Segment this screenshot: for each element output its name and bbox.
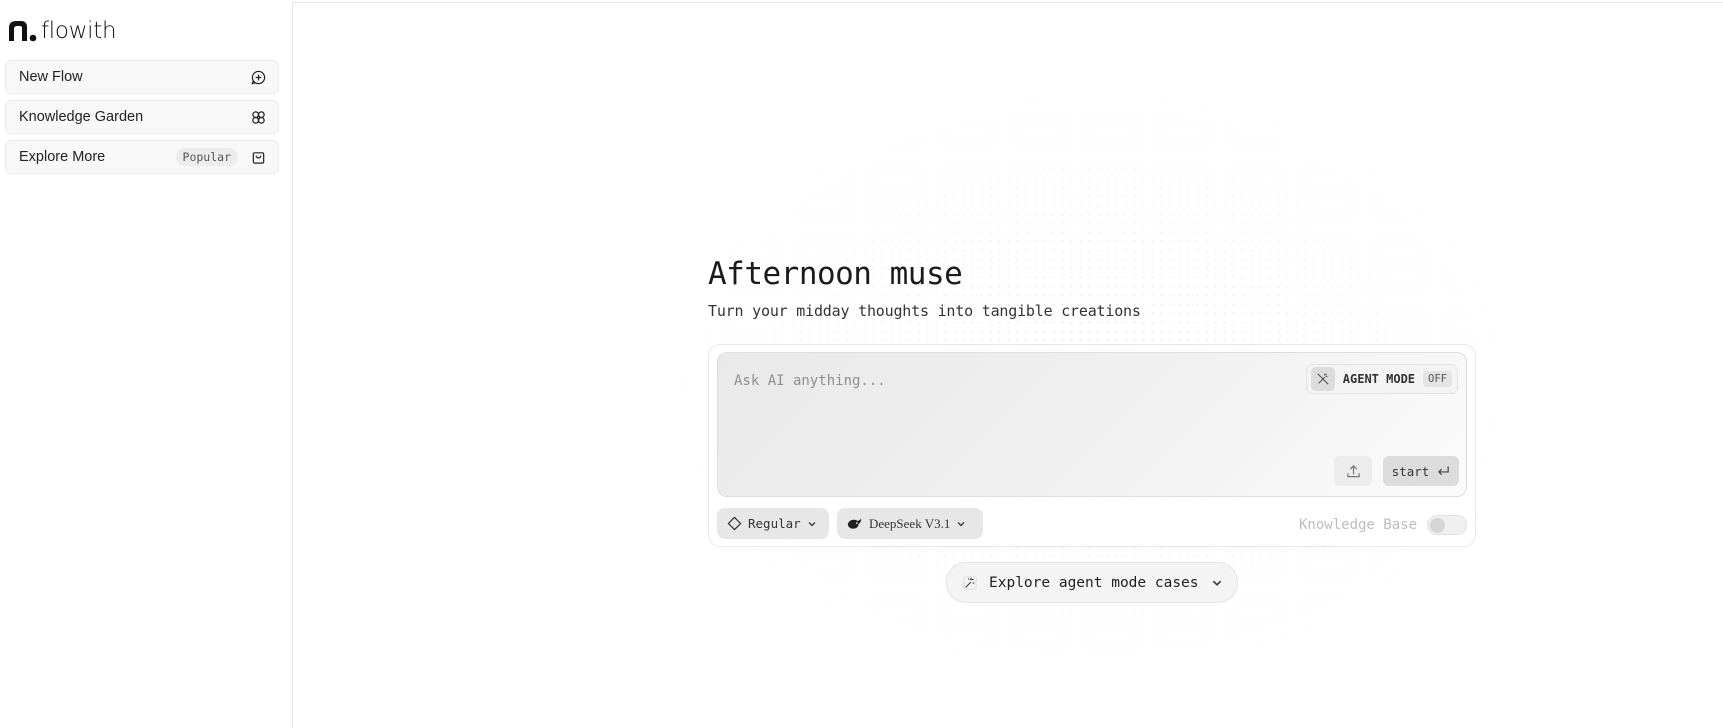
enter-key-icon: [1438, 466, 1450, 476]
agent-mode-toggle[interactable]: AGENT MODE OFF: [1305, 364, 1458, 394]
start-label: start: [1391, 463, 1430, 479]
sidebar-item-label: Explore More: [19, 149, 106, 165]
composer-container: AGENT MODE OFF start Regular: [708, 344, 1476, 547]
chevron-down-icon: [957, 521, 965, 526]
sidebar-item-label: Knowledge Garden: [19, 109, 144, 125]
diamond-icon: [727, 516, 742, 531]
agent-mode-state: OFF: [1423, 371, 1452, 387]
knowledge-base-label: Knowledge Base: [1299, 517, 1418, 533]
magic-wand-off-icon: [1310, 367, 1335, 391]
composer-box[interactable]: AGENT MODE OFF start: [717, 352, 1467, 497]
model-label: DeepSeek V3.1: [869, 515, 951, 531]
sidebar-item-knowledge-garden[interactable]: Knowledge Garden: [5, 100, 279, 134]
shopping-bag-icon: [250, 149, 266, 165]
deepseek-whale-icon: [847, 518, 862, 529]
sidebar-item-label: New Flow: [19, 69, 83, 85]
model-selector[interactable]: DeepSeek V3.1: [837, 508, 983, 539]
knowledge-base-control: Knowledge Base: [1299, 515, 1468, 535]
chat-plus-icon: [250, 69, 266, 85]
logo[interactable]: flowith: [7, 18, 117, 44]
upload-button[interactable]: [1334, 456, 1372, 486]
flowith-logo-icon: [9, 21, 37, 42]
upload-icon: [1346, 464, 1360, 477]
knowledge-base-toggle[interactable]: [1427, 515, 1468, 535]
toggle-knob: [1430, 518, 1446, 533]
mode-selector[interactable]: Regular: [717, 508, 829, 539]
sidebar: flowith New Flow Knowledge Garden Explor…: [0, 0, 292, 728]
popular-badge: Popular: [175, 148, 238, 166]
sidebar-item-explore-more[interactable]: Explore More Popular: [5, 140, 279, 174]
agent-mode-label: AGENT MODE: [1342, 372, 1416, 386]
main-panel: Afternoon muse Turn your midday thoughts…: [293, 3, 1723, 728]
explore-label: Explore agent mode cases: [989, 574, 1199, 591]
page-subtitle: Turn your midday thoughts into tangible …: [708, 302, 1141, 320]
app-name: flowith: [41, 18, 117, 44]
page-title: Afternoon muse: [708, 256, 963, 292]
prompt-input[interactable]: [734, 370, 1274, 392]
sidebar-item-new-flow[interactable]: New Flow: [5, 60, 279, 94]
start-button[interactable]: start: [1383, 456, 1459, 486]
flower-icon: [250, 109, 266, 125]
explore-agent-cases-button[interactable]: Explore agent mode cases: [946, 562, 1238, 603]
hero: Afternoon muse Turn your midday thoughts…: [708, 256, 1141, 320]
chevron-down-icon: [808, 521, 816, 526]
sparkle-icon: [963, 575, 977, 590]
chevron-down-icon: [1212, 580, 1222, 586]
mode-label: Regular: [748, 516, 801, 531]
